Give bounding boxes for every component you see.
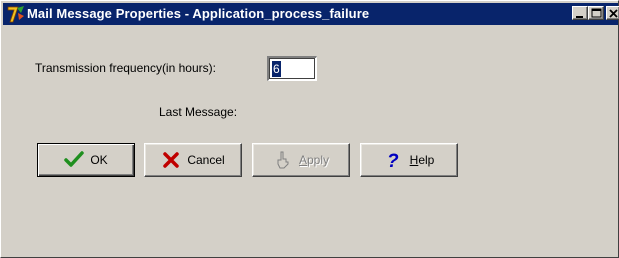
title-bar[interactable]: Mail Message Properties - Application_pr… — [3, 3, 619, 25]
ok-button[interactable]: OK — [37, 143, 135, 177]
help-button[interactable]: ? Help — [360, 143, 458, 177]
minimize-button[interactable] — [572, 6, 588, 20]
red-x-icon — [161, 150, 181, 170]
hand-pointer-icon — [273, 150, 293, 170]
window-title: Mail Message Properties - Application_pr… — [27, 6, 370, 21]
question-mark-icon: ? — [384, 150, 404, 170]
svg-text:?: ? — [387, 151, 399, 170]
frequency-input[interactable]: 6 — [267, 56, 317, 81]
ok-label: OK — [90, 153, 108, 167]
checkmark-icon — [64, 150, 85, 170]
cancel-button[interactable]: Cancel — [144, 143, 242, 177]
close-icon — [609, 9, 618, 18]
help-label: Help — [409, 153, 435, 167]
frequency-value[interactable]: 6 — [272, 61, 281, 77]
maximize-icon — [591, 8, 602, 18]
apply-label: Apply — [298, 153, 330, 167]
cancel-label: Cancel — [187, 153, 225, 167]
mail-message-properties-dialog: Mail Message Properties - Application_pr… — [0, 0, 619, 258]
maximize-button[interactable] — [588, 6, 604, 20]
last-message-label: Last Message: — [159, 105, 238, 119]
minimize-icon — [576, 16, 583, 18]
apply-button[interactable]: Apply — [252, 143, 350, 177]
app-7-icon — [6, 4, 26, 24]
close-button[interactable] — [606, 6, 619, 20]
frequency-label: Transmission frequency(in hours): — [35, 61, 216, 75]
